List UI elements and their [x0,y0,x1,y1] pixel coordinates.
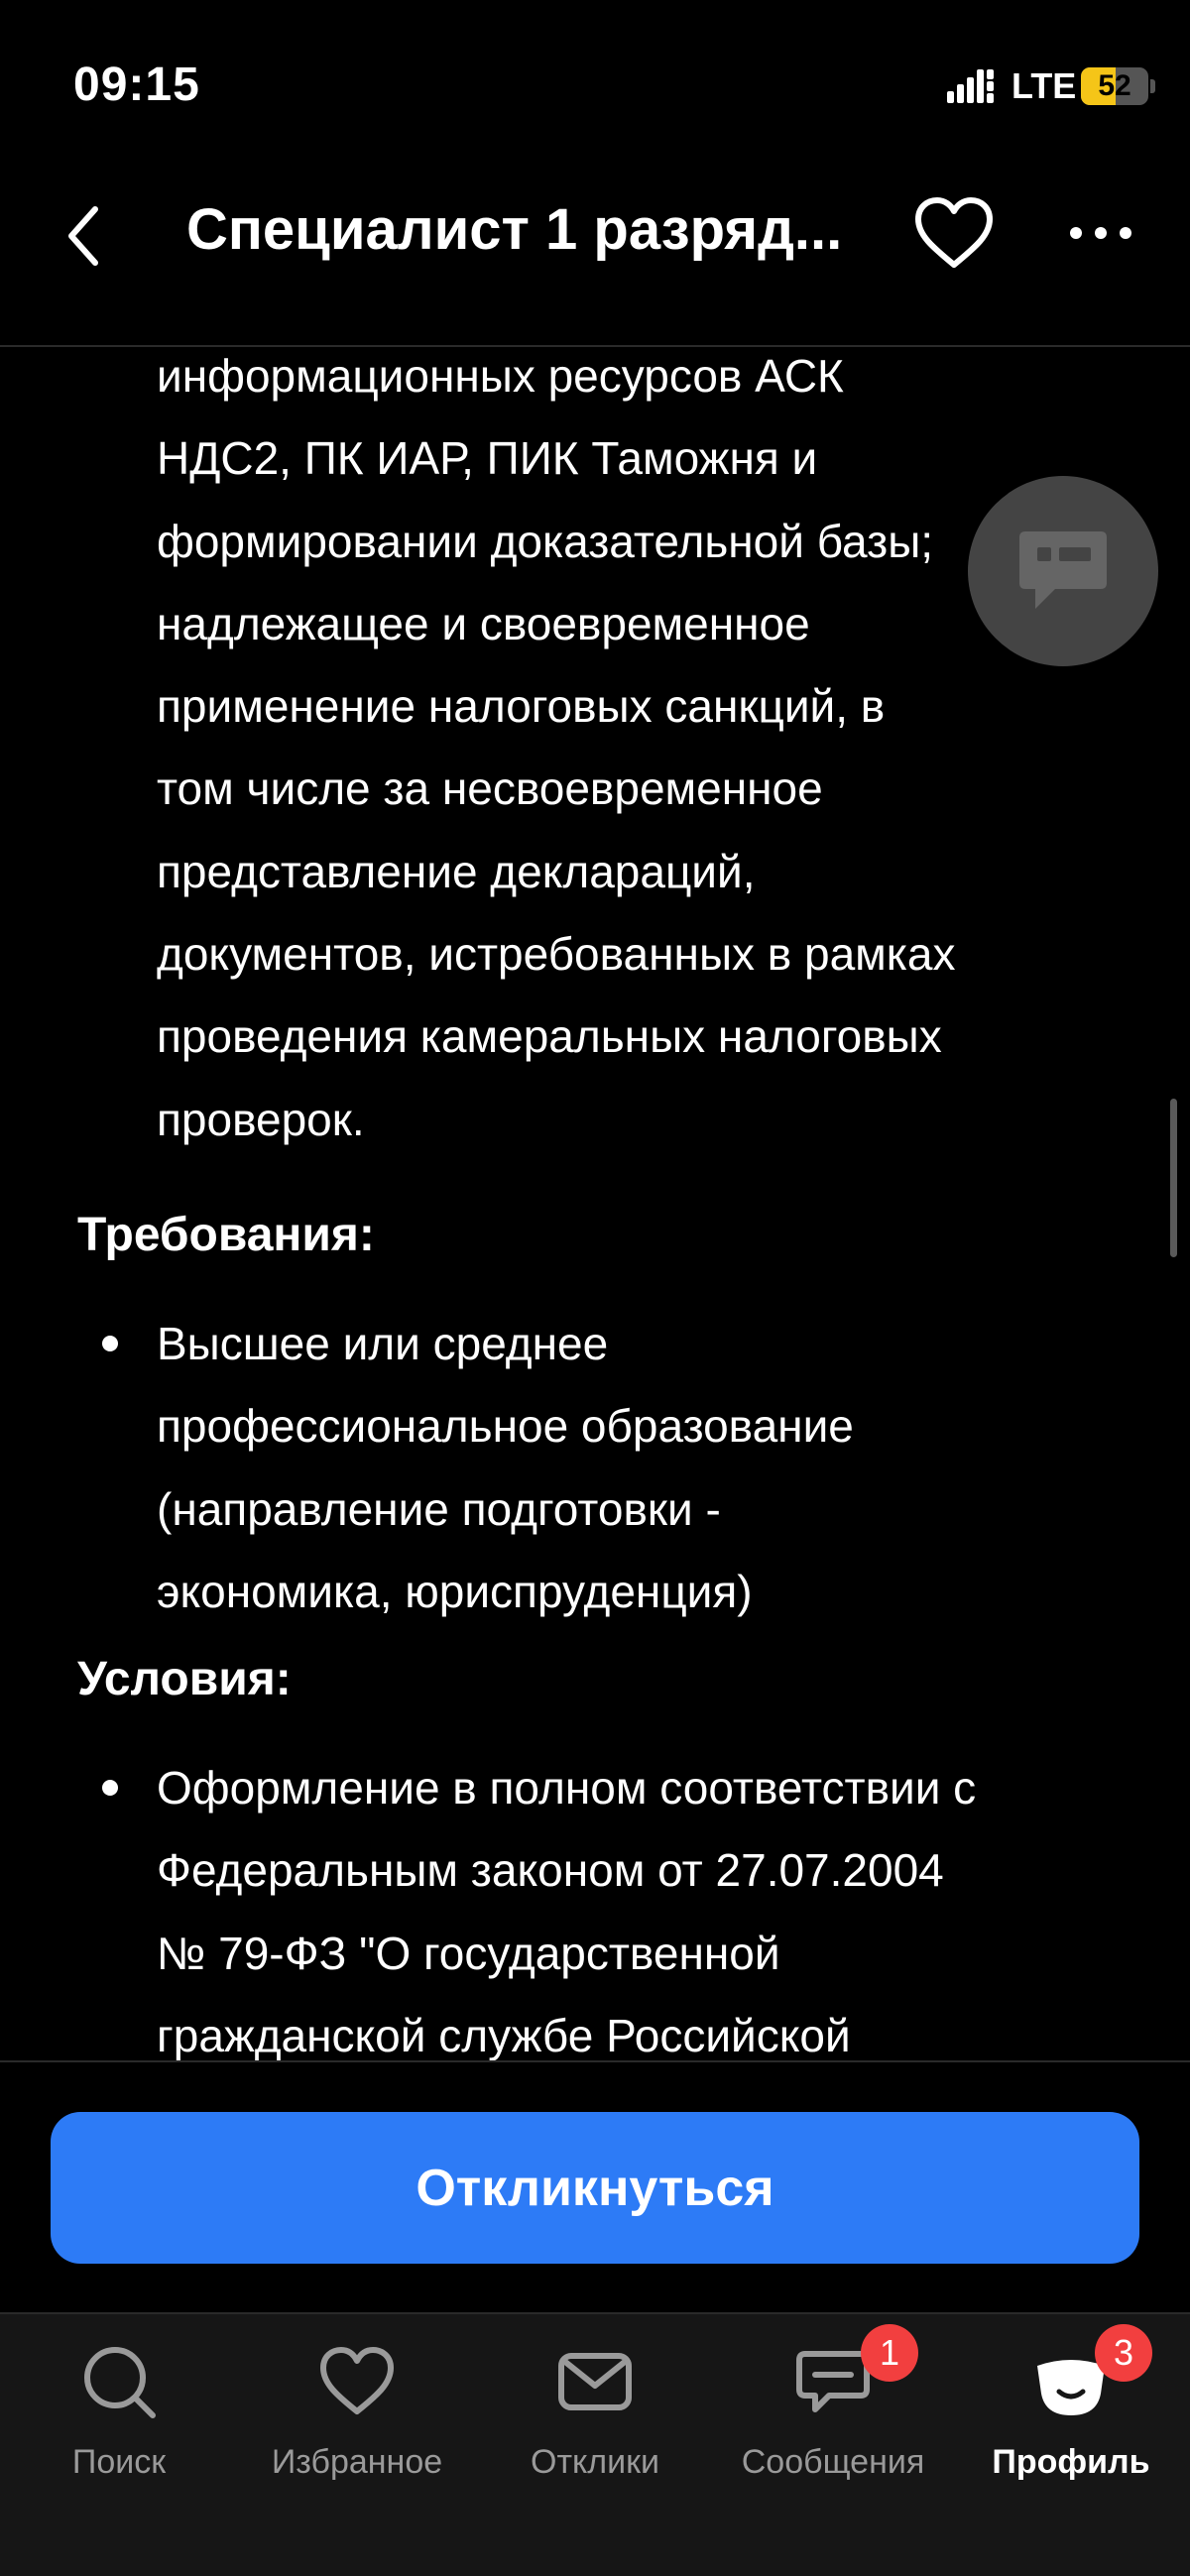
text-line: том числе за несвоевременное [157,762,823,815]
text-line: Федеральным законом от 27.07.2004 [157,1844,944,1897]
favorite-icon[interactable] [912,195,996,271]
scrollbar[interactable] [1170,1099,1177,1257]
text-line: надлежащее и своевременное [157,597,810,649]
text-line: применение налоговых санкций, в [157,680,886,733]
bottom-tab-bar: Поиск Избранное Отклики 1 Сообщения 3 Пр… [0,2312,1190,2576]
text-line: Высшее или среднее [157,1318,609,1369]
text-line: гражданской службе Российской [157,2009,851,2060]
battery-cap [1150,79,1155,93]
text-line: профессиональное образование [157,1400,854,1453]
text-line: НДС2, ПК ИАР, ПИК Таможня и [157,432,818,485]
battery-icon: 52 [1081,67,1148,105]
text-line: Оформление в полном соответствии с [157,1762,977,1814]
tab-search[interactable]: Поиск [0,2314,238,2513]
text-line: экономика, юриспруденция) [157,1565,753,1617]
battery-level: 52 [1098,69,1131,102]
chat-support-button[interactable] [968,476,1158,666]
more-icon[interactable] [1066,213,1135,253]
text-line: информационных ресурсов АСК [157,350,844,402]
tab-label: Сообщения [741,2443,925,2481]
text-line: представление деклараций, [157,845,756,897]
envelope-icon [558,2353,632,2410]
navigation-bar: Специалист 1 разряд... [0,174,1190,347]
status-time: 09:15 [73,59,200,111]
chat-bubble-icon [1019,531,1107,609]
apply-area: Откликнуться [0,2060,1190,2312]
requirements-list-item: Высшее или среднее профессиональное обра… [157,1303,854,1633]
tab-label: Поиск [71,2443,167,2481]
bullet-icon [102,1780,118,1796]
heart-icon [320,2347,394,2414]
tab-label: Профиль [992,2443,1150,2481]
tab-favorites[interactable]: Избранное [238,2314,476,2513]
signal-icon [947,69,994,103]
tab-messages[interactable]: 1 Сообщения [714,2314,952,2513]
search-icon [84,2347,156,2418]
tab-label: Отклики [531,2443,659,2481]
conditions-list-item: Оформление в полном соответствии с Федер… [157,1747,976,2060]
bullet-icon [102,1336,118,1351]
text-line: № 79-ФЗ "О государственной [157,1927,780,1979]
tab-responses[interactable]: Отклики [476,2314,714,2513]
tab-profile[interactable]: 3 Профиль [952,2314,1190,2513]
network-label: LTE [1012,65,1077,106]
status-bar: 09:15 LTE 52 [0,0,1190,174]
back-icon[interactable] [58,201,113,271]
duties-continued: информационных ресурсов АСК НДС2, ПК ИАР… [157,349,956,1161]
text-line: документов, истребованных в рамках [157,928,956,981]
conditions-heading: Условия: [77,1653,292,1705]
profile-badge: 3 [1095,2324,1152,2382]
text-line: проверок. [157,1093,365,1145]
page-title: Специалист 1 разряд... [186,197,843,262]
requirements-heading: Требования: [77,1209,375,1261]
apply-button[interactable]: Откликнуться [51,2112,1139,2264]
messages-badge: 1 [861,2324,918,2382]
tab-label: Избранное [271,2443,443,2481]
text-line: (направление подготовки - [157,1482,721,1535]
text-line: формировании доказательной базы; [157,515,934,567]
text-line: проведения камеральных налоговых [157,1010,942,1063]
